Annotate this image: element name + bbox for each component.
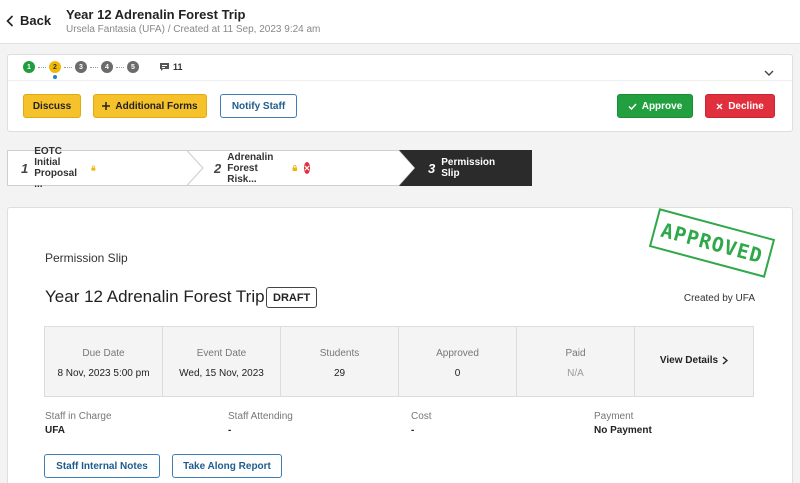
comment-icon [160, 63, 169, 71]
stat-approved: Approved 0 [399, 327, 517, 396]
info-staff-attending: Staff Attending - [228, 411, 293, 436]
trip-title: Year 12 Adrenalin Forest Trip [45, 287, 265, 306]
info-value: - [411, 425, 415, 436]
step-dot-5[interactable]: 5 [127, 61, 139, 73]
decline-button[interactable]: Decline [705, 94, 775, 118]
info-value: No Payment [594, 425, 652, 436]
step-dot-1[interactable]: 1 [23, 61, 35, 73]
step-connector [116, 66, 124, 68]
step-dot-3[interactable]: 3 [75, 61, 87, 73]
section-label: Permission Slip [45, 251, 128, 265]
stat-label: Students [319, 348, 360, 359]
divider [8, 80, 792, 81]
info-label: Payment [594, 411, 634, 422]
step-indicator: 1 2 3 4 5 11 [23, 61, 183, 79]
decline-label: Decline [728, 100, 764, 112]
approve-button[interactable]: Approve [617, 94, 693, 118]
page-title: Year 12 Adrenalin Forest Trip [66, 7, 246, 22]
lock-icon [91, 165, 96, 171]
info-label: Staff Attending [228, 411, 293, 422]
info-value: - [228, 425, 232, 436]
workflow-panel: 1 2 3 4 5 11 [7, 54, 793, 132]
chevron-down-icon [764, 70, 774, 76]
tab-eotc-proposal[interactable]: 1 EOTC Initial Proposal ... [21, 146, 96, 190]
plus-icon [102, 102, 111, 110]
top-header: Back Year 12 Adrenalin Forest Trip Ursel… [0, 0, 800, 44]
stat-label: Due Date [82, 348, 125, 359]
info-payment: Payment No Payment [594, 411, 652, 436]
additional-forms-button[interactable]: Additional Forms [93, 94, 207, 118]
status-badge: DRAFT [266, 287, 318, 308]
lock-icon [292, 165, 298, 172]
step-connector [64, 66, 72, 68]
page-subtitle: Ursela Fantasia (UFA) / Created at 11 Se… [66, 24, 321, 35]
view-details-label: View Details [659, 355, 719, 366]
comment-count: 11 [173, 62, 183, 72]
tab-risk-assessment[interactable]: 2 Adrenalin Forest Risk... ✕ [214, 150, 311, 186]
notify-staff-button[interactable]: Notify Staff [220, 94, 297, 118]
tab-number: 3 [428, 160, 436, 176]
close-icon [716, 103, 723, 109]
discuss-button[interactable]: Discuss [23, 94, 81, 118]
stat-due-date: Due Date 8 Nov, 2023 5:00 pm [45, 327, 163, 396]
chevron-left-icon [6, 14, 14, 27]
created-by: Created by UFA [683, 293, 755, 304]
info-label: Cost [411, 411, 432, 422]
step-connector [38, 66, 46, 68]
tab-label: Adrenalin Forest Risk... [227, 151, 274, 185]
stat-value: N/A [567, 368, 584, 379]
comments-counter[interactable]: 11 [159, 62, 183, 72]
stat-event-date: Event Date Wed, 15 Nov, 2023 [163, 327, 281, 396]
take-along-report-button[interactable]: Take Along Report [172, 454, 282, 478]
tab-number: 2 [214, 160, 222, 176]
back-button[interactable]: Back [6, 13, 51, 28]
check-icon [628, 102, 637, 110]
staff-internal-notes-button[interactable]: Staff Internal Notes [44, 454, 160, 478]
step-dot-2[interactable]: 2 [49, 61, 61, 79]
chevron-right-icon [722, 356, 729, 365]
stat-paid: Paid N/A [517, 327, 635, 396]
error-x-icon: ✕ [303, 162, 311, 174]
stat-value: 0 [454, 368, 461, 379]
approve-label: Approve [641, 100, 683, 112]
back-label: Back [20, 13, 52, 28]
info-label: Staff in Charge [45, 411, 112, 422]
stat-value: 8 Nov, 2023 5:00 pm [57, 368, 150, 379]
tab-label: EOTC Initial Proposal ... [34, 146, 78, 190]
tab-label: Permission Slip [441, 157, 496, 179]
info-staff-in-charge: Staff in Charge UFA [45, 411, 112, 436]
step-dot-4[interactable]: 4 [101, 61, 113, 73]
stat-students: Students 29 [281, 327, 399, 396]
stat-label: Event Date [196, 348, 247, 359]
info-value: UFA [45, 425, 65, 436]
stat-value: 29 [333, 368, 346, 379]
tab-permission-slip[interactable]: 3 Permission Slip [428, 150, 495, 186]
step-connector [90, 66, 98, 68]
tab-number: 1 [21, 160, 29, 176]
view-details-link[interactable]: View Details [635, 327, 753, 396]
summary-stats: Due Date 8 Nov, 2023 5:00 pm Event Date … [44, 326, 754, 397]
stat-label: Paid [565, 348, 586, 359]
stat-label: Approved [436, 348, 479, 359]
stat-value: Wed, 15 Nov, 2023 [179, 368, 264, 379]
additional-forms-label: Additional Forms [115, 100, 198, 112]
info-cost: Cost - [411, 411, 432, 436]
